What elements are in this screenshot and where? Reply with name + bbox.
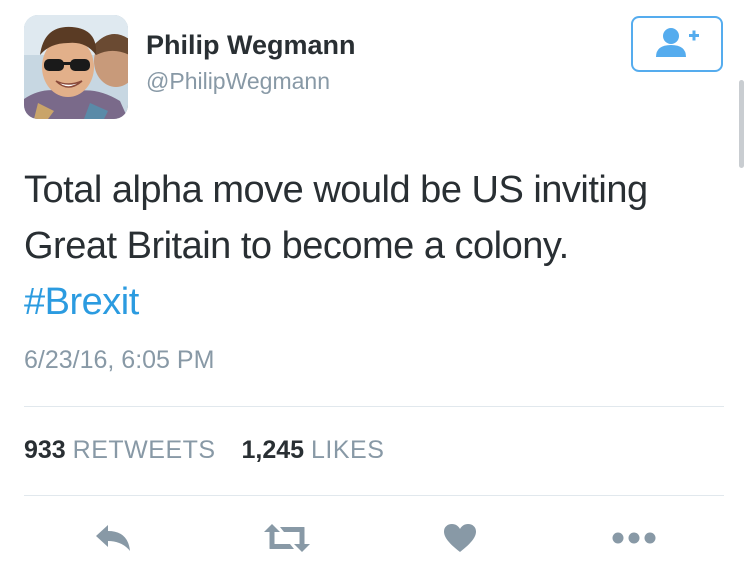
- more-icon: [612, 531, 656, 549]
- tweet-timestamp: 6/23/16, 6:05 PM: [24, 346, 215, 374]
- divider: [24, 495, 724, 496]
- follow-button[interactable]: [631, 16, 723, 72]
- tweet-line: Great Britain to become a colony.: [24, 225, 569, 267]
- tweet-text: Total alpha move would be US inviting Gr…: [24, 162, 714, 330]
- likes-count: 1,245: [241, 436, 305, 464]
- retweet-stat[interactable]: 933 RETWEETS: [24, 436, 223, 464]
- add-user-icon: [653, 26, 701, 63]
- retweet-icon: [262, 523, 312, 558]
- display-name[interactable]: Philip Wegmann: [146, 30, 356, 61]
- avatar[interactable]: [24, 15, 128, 119]
- tweet-line: Total alpha move would be US inviting: [24, 169, 648, 211]
- tweet-stats: 933 RETWEETS 1,245 LIKES: [24, 436, 384, 465]
- reply-button[interactable]: [92, 518, 136, 562]
- retweets-label: RETWEETS: [72, 436, 216, 464]
- scrollbar[interactable]: [739, 80, 744, 168]
- more-options-button[interactable]: [610, 518, 658, 562]
- like-button[interactable]: [440, 518, 480, 562]
- hashtag-link[interactable]: #Brexit: [24, 274, 714, 330]
- heart-icon: [443, 523, 477, 558]
- like-stat[interactable]: 1,245 LIKES: [241, 436, 384, 464]
- user-handle[interactable]: @PhilipWegmann: [146, 68, 330, 95]
- likes-label: LIKES: [311, 436, 385, 464]
- reply-icon: [94, 523, 134, 558]
- retweets-count: 933: [24, 436, 66, 464]
- divider: [24, 406, 724, 407]
- retweet-button[interactable]: [262, 518, 312, 562]
